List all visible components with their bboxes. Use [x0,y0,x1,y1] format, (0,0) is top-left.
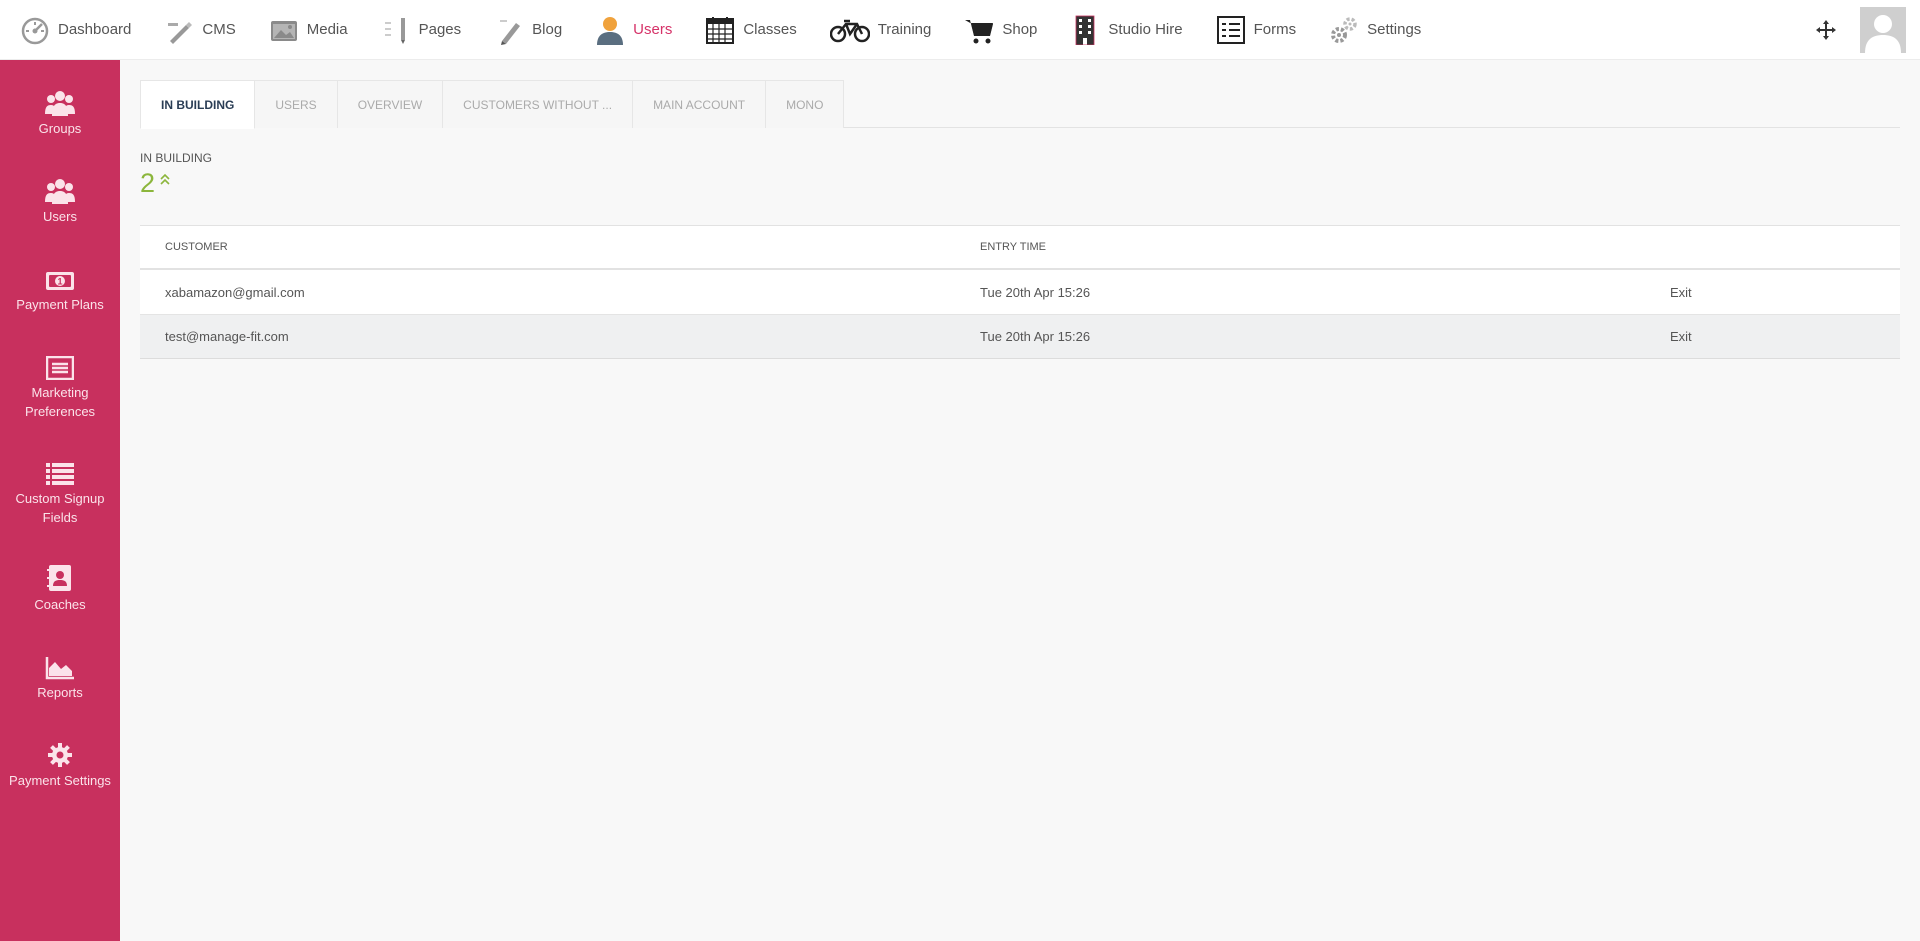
table-row: test@manage-fit.com Tue 20th Apr 15:26 E… [140,314,1900,358]
nav-item-training[interactable]: Training [808,0,943,60]
list-icon [0,456,120,486]
user-icon [595,15,625,45]
cms-tools-icon [164,15,194,45]
avatar[interactable] [1860,7,1906,53]
top-navigation: Dashboard CMS Media Pages Blog Users Cla… [0,0,1920,60]
tab-label: MONO [786,97,824,112]
nav-item-users[interactable]: Users [573,0,683,60]
table-row: xabamazon@gmail.com Tue 20th Apr 15:26 E… [140,270,1900,314]
nav-label: Training [877,21,932,38]
building-icon [1070,15,1100,45]
stat-value: 2 [140,168,156,198]
nav-item-settings[interactable]: Settings [1307,0,1432,60]
stat-label: IN BUILDING [140,151,213,165]
area-chart-icon [0,650,120,680]
sidebar-item-label: Payment Settings [9,773,111,788]
nav-item-blog[interactable]: Blog [472,0,573,60]
sidebar-item-label: Payment Plans [16,297,104,312]
money-icon: 1 [0,262,120,292]
stat-row: 2 [140,168,1900,198]
move-arrows-icon[interactable] [1804,8,1848,52]
tab-label: CUSTOMERS WITHOUT ... [463,97,613,112]
nav-label: Media [306,21,348,38]
nav-item-classes[interactable]: Classes [683,0,807,60]
nav-label: Users [633,21,673,38]
sidebar-item-label: Reports [37,685,83,700]
nav-label: Settings [1367,21,1422,38]
entry-time: Tue 20th Apr 15:26 [980,329,1091,344]
customer-email: xabamazon@gmail.com [165,284,305,300]
table-header: CUSTOMER ENTRY TIME [140,226,1900,270]
gears-icon [1329,15,1359,45]
main-content: IN BUILDING USERS OVERVIEW CUSTOMERS WIT… [140,80,1900,359]
nav-label: Pages [418,21,462,38]
exit-button[interactable]: Exit [1670,329,1692,344]
nav-item-pages[interactable]: Pages [359,0,473,60]
group-icon [0,86,120,116]
pencil-icon [494,15,524,45]
exit-button[interactable]: Exit [1670,285,1692,300]
camera-icon [269,15,299,45]
sidebar-item-coaches[interactable]: Coaches [0,562,120,614]
tab-mono[interactable]: MONO [766,80,845,128]
tab-bar: IN BUILDING USERS OVERVIEW CUSTOMERS WIT… [140,80,1900,129]
nav-label: Studio Hire [1108,21,1183,38]
sidebar: Groups Users 1 Payment Plans Marketing P… [0,60,120,941]
tab-main-account[interactable]: MAIN ACCOUNT [633,80,767,128]
nav-right [1804,0,1920,60]
list-box-icon [0,350,120,380]
tab-label: MAIN ACCOUNT [653,97,746,112]
column-header-entry-time: ENTRY TIME [980,241,1047,253]
nav-item-studio-hire[interactable]: Studio Hire [1048,0,1193,60]
tab-label: IN BUILDING [161,97,235,112]
nav-label: Classes [743,21,797,38]
cart-icon [964,15,994,45]
tab-in-building[interactable]: IN BUILDING [140,80,256,129]
sidebar-item-custom-signup-fields[interactable]: Custom Signup Fields [0,456,120,527]
tab-overview[interactable]: OVERVIEW [337,80,444,128]
nav-label: Dashboard [58,21,132,38]
sidebar-item-marketing-preferences[interactable]: Marketing Preferences [0,350,120,421]
nav-label: Forms [1253,21,1297,38]
tab-customers-without[interactable]: CUSTOMERS WITHOUT ... [443,80,634,128]
nav-item-shop[interactable]: Shop [942,0,1048,60]
nav-label: CMS [202,21,236,38]
nav-item-cms[interactable]: CMS [142,0,246,60]
tab-users[interactable]: USERS [255,80,338,128]
entry-time: Tue 20th Apr 15:26 [980,284,1091,300]
sidebar-item-groups[interactable]: Groups [0,86,120,138]
in-building-table: CUSTOMER ENTRY TIME xabamazon@gmail.com … [140,225,1900,359]
sidebar-item-reports[interactable]: Reports [0,650,120,702]
tab-label: OVERVIEW [357,97,423,112]
calendar-icon [705,15,735,45]
nav-label: Shop [1002,21,1038,38]
nav-label: Blog [532,21,563,38]
svg-text:1: 1 [57,277,62,287]
form-icon [1216,15,1246,45]
speedometer-icon [20,15,50,45]
nav-item-forms[interactable]: Forms [1194,0,1308,60]
bicycle-icon [829,15,870,45]
gear-icon [0,738,120,768]
sidebar-item-payment-settings[interactable]: Payment Settings [0,738,120,790]
customer-email: test@manage-fit.com [165,329,289,344]
nav-item-dashboard[interactable]: Dashboard [0,0,142,60]
pages-pen-icon [381,15,411,45]
sidebar-item-users[interactable]: Users [0,174,120,226]
sidebar-item-payment-plans[interactable]: 1 Payment Plans [0,262,120,314]
address-book-icon [0,562,120,592]
sidebar-item-label: Groups [38,121,82,136]
nav-item-media[interactable]: Media [247,0,359,60]
users-icon [0,174,120,204]
tab-label: USERS [275,97,317,112]
sidebar-item-label: Users [43,209,77,224]
sidebar-item-label: Coaches [34,597,86,612]
sidebar-item-label: Marketing Preferences [24,385,96,419]
column-header-customer: CUSTOMER [165,241,228,253]
double-chevron-up-icon [160,172,170,190]
sidebar-item-label: Custom Signup Fields [15,491,105,525]
